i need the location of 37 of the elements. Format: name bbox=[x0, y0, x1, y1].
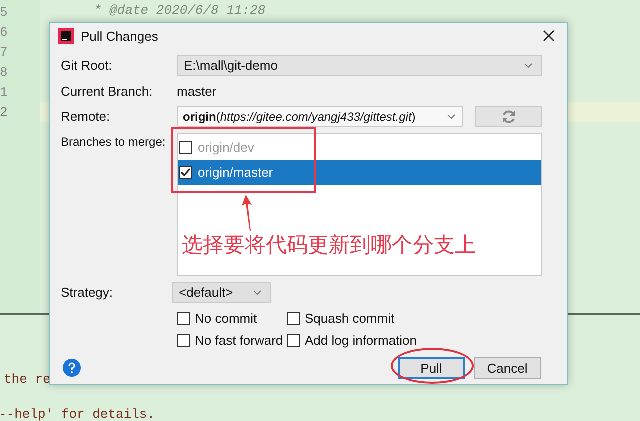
close-icon bbox=[543, 30, 555, 42]
code-line: * @date 2020/6/8 11:28 bbox=[94, 3, 266, 20]
refresh-icon bbox=[502, 110, 516, 124]
dialog-button[interactable]: Pull bbox=[398, 357, 465, 379]
branch-item[interactable]: origin/master bbox=[178, 160, 541, 185]
field-label: Current Branch: bbox=[61, 82, 154, 100]
field-label: Branches to merge: bbox=[61, 134, 167, 151]
option-checkbox[interactable]: Add log information bbox=[287, 332, 542, 349]
line-number: 5 bbox=[0, 4, 8, 20]
help-icon bbox=[63, 359, 81, 377]
line-number: 7 bbox=[0, 44, 8, 60]
caret-icon bbox=[524, 62, 533, 68]
checkbox[interactable] bbox=[179, 141, 192, 154]
annotation-text: 选择要将代码更新到哪个分支上 bbox=[182, 232, 476, 259]
caret-icon bbox=[253, 290, 262, 296]
line-number: 8 bbox=[0, 64, 8, 80]
git-root-dropdown[interactable]: E:\mall\git-demo bbox=[177, 55, 542, 76]
remote-dropdown[interactable]: origin(https://gitee.com/yangj433/gittest.git) bbox=[177, 106, 463, 127]
refresh-button[interactable] bbox=[475, 106, 542, 127]
app-icon bbox=[58, 28, 74, 44]
field-label: Git Root: bbox=[61, 57, 114, 75]
line-number: 2 bbox=[0, 104, 8, 120]
line-number: 1 bbox=[0, 84, 8, 100]
dialog-button[interactable]: Cancel bbox=[474, 357, 541, 379]
strategy-dropdown[interactable]: <default> bbox=[172, 282, 271, 303]
option-checkbox[interactable]: Squash commit bbox=[287, 310, 542, 327]
annotation-arrow bbox=[241, 195, 255, 231]
option-checkbox[interactable]: No commit bbox=[177, 310, 287, 327]
option-checkbox[interactable]: No fast forward bbox=[177, 332, 287, 349]
dialog-title: Pull Changes bbox=[81, 28, 160, 44]
field-label: Remote: bbox=[61, 108, 112, 126]
current-branch-value: master bbox=[177, 82, 218, 100]
console-text: --help' for details. bbox=[0, 407, 156, 421]
field-label: Strategy: bbox=[61, 284, 114, 302]
caret-icon bbox=[447, 114, 456, 120]
checkbox[interactable] bbox=[179, 166, 192, 179]
line-number: 6 bbox=[0, 24, 8, 40]
